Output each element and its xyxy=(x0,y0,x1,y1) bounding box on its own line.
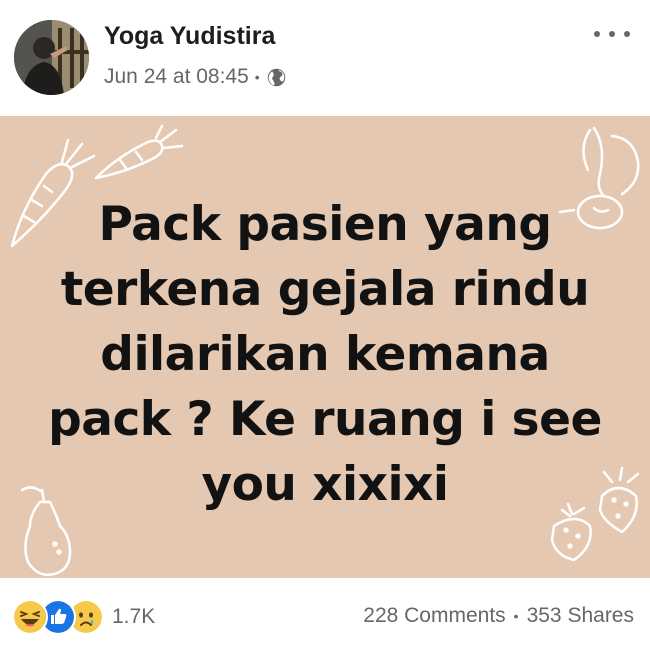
more-dot xyxy=(624,31,630,37)
more-dot xyxy=(594,31,600,37)
post-text-line: pack ? Ke ruang i see xyxy=(48,392,602,447)
comments-count[interactable]: 228 Comments xyxy=(363,604,505,628)
more-options-icon[interactable] xyxy=(594,24,630,44)
globe-icon xyxy=(267,68,285,86)
post-text-line: dilarikan kemana xyxy=(100,327,550,382)
post-footer: 1.7K 228 Comments • 353 Shares xyxy=(0,578,650,649)
meta-separator: • xyxy=(254,69,260,85)
shares-count[interactable]: 353 Shares xyxy=(527,604,634,628)
post-stats: 228 Comments • 353 Shares xyxy=(363,604,634,628)
post-text-line: you xixixi xyxy=(201,457,449,512)
post-meta: Jun 24 at 08:45 • xyxy=(104,63,287,91)
author-avatar[interactable] xyxy=(14,20,89,95)
stats-separator: • xyxy=(513,608,519,624)
author-name[interactable]: Yoga Yudistira xyxy=(104,22,275,51)
reaction-count: 1.7K xyxy=(112,605,156,628)
post-text: Pack pasien yang terkena gejala rindu di… xyxy=(30,192,620,517)
avatar-photo xyxy=(14,20,89,95)
post-text-line: terkena gejala rindu xyxy=(60,262,590,317)
more-dot xyxy=(609,31,615,37)
carrot-icon xyxy=(94,124,184,180)
post-image[interactable]: Pack pasien yang terkena gejala rindu di… xyxy=(0,116,650,578)
post-timestamp[interactable]: Jun 24 at 08:45 xyxy=(104,65,249,89)
haha-reaction-icon xyxy=(12,599,48,635)
post-text-line: Pack pasien yang xyxy=(98,197,552,252)
post-header: Yoga Yudistira Jun 24 at 08:45 • xyxy=(0,0,650,116)
reactions-summary[interactable]: 1.7K xyxy=(12,599,156,635)
